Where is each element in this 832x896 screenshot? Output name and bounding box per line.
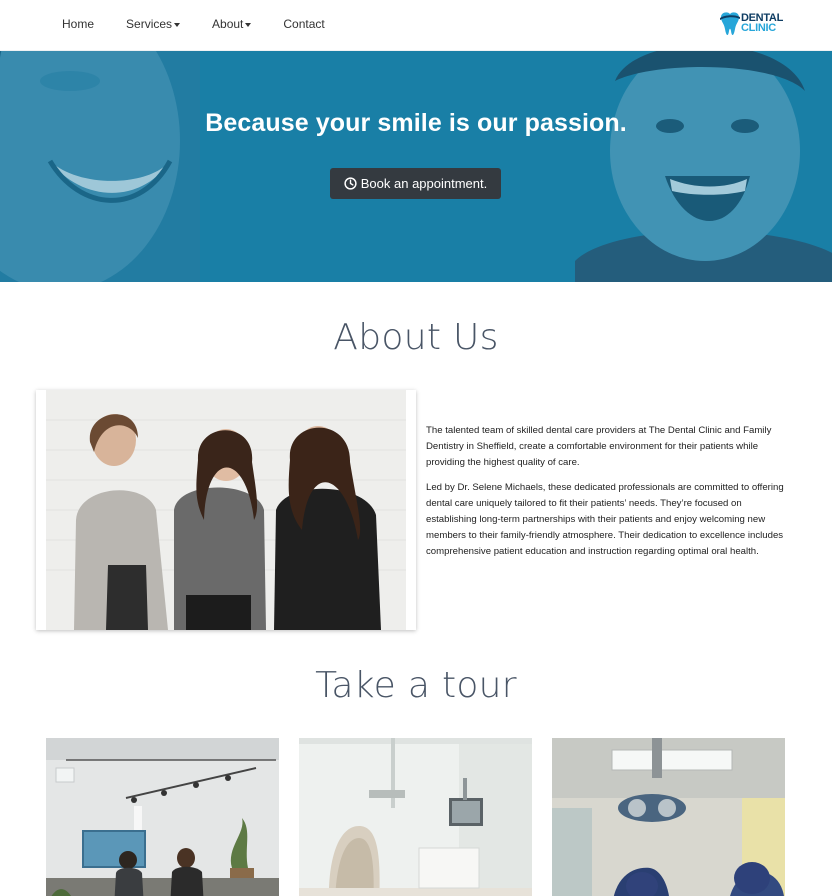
tour-image-reception[interactable]: [46, 738, 279, 896]
clock-icon: [344, 177, 357, 190]
caret-down-icon: [174, 22, 181, 27]
caret-down-icon: [245, 22, 252, 27]
brand-text: DENTAL CLINIC: [741, 13, 783, 34]
nav-about-dropdown[interactable]: About: [212, 17, 252, 31]
hero-overlay: [0, 51, 832, 282]
about-paragraph: Led by Dr. Selene Michaels, these dedica…: [426, 482, 784, 557]
tour-reception-image: [46, 738, 279, 896]
hero-title: Because your smile is our passion.: [205, 109, 627, 137]
nav-contact-label: Contact: [283, 17, 325, 31]
navbar: Home Services About Contact DENTAL CLINI…: [0, 0, 832, 51]
tour-heading: Take a tour: [315, 665, 517, 706]
nav-home-label: Home: [62, 17, 95, 31]
hero-banner: Because your smile is our passion. Book …: [0, 51, 832, 282]
nav-links: Home Services About Contact: [62, 17, 357, 31]
tour-treatment-room-image: [299, 738, 532, 896]
about-text: The talented team of skilled dental care…: [426, 423, 792, 569]
about-paragraph: The talented team of skilled dental care…: [426, 425, 772, 468]
team-photo-image: [46, 390, 406, 630]
brand-logo[interactable]: DENTAL CLINIC: [719, 10, 789, 40]
tooth-icon: [720, 12, 740, 36]
nav-home-link[interactable]: Home: [62, 17, 94, 31]
nav-contact-link[interactable]: Contact: [283, 17, 324, 31]
nav-services-label: Services: [126, 17, 173, 31]
tour-image-surgery[interactable]: [552, 738, 785, 896]
tour-surgery-image: [552, 738, 785, 896]
nav-services-dropdown[interactable]: Services: [126, 17, 181, 31]
about-image-frame: [36, 390, 416, 630]
book-appointment-button[interactable]: Book an appointment.: [330, 168, 501, 199]
about-heading: About Us: [333, 317, 499, 358]
book-appointment-label: Book an appointment.: [360, 176, 488, 191]
tour-image-treatment-room[interactable]: [299, 738, 532, 896]
nav-about-label: About: [212, 17, 244, 31]
brand-line2: CLINIC: [741, 22, 776, 34]
